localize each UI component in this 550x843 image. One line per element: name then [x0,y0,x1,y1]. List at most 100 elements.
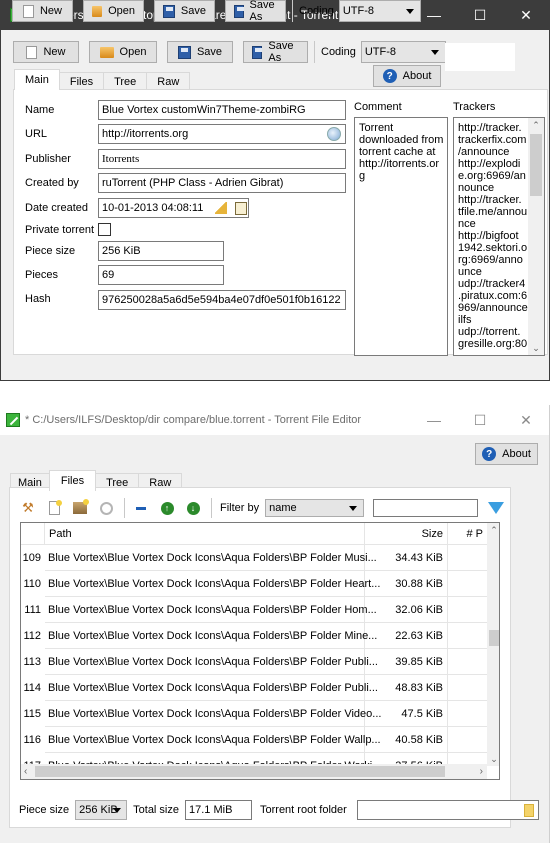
table-header: Path Size # P [21,523,499,545]
scroll-left-icon[interactable]: ‹ [24,764,27,779]
new-button[interactable]: New [13,41,79,63]
table-row[interactable]: 112 Blue Vortex\Blue Vortex Dock Icons\A… [21,623,487,649]
piece-size-input[interactable]: 256 KiB [98,241,224,261]
table-row[interactable]: 109 Blue Vortex\Blue Vortex Dock Icons\A… [21,545,487,571]
close-button[interactable]: ✕ [503,0,549,30]
arrow-up-icon: ↑ [160,501,174,515]
save-button[interactable]: Save [154,0,215,22]
scroll-thumb[interactable] [489,630,499,646]
private-torrent-checkbox[interactable] [98,223,111,236]
add-folder-button[interactable] [72,499,89,516]
scroll-up-icon[interactable]: ⌃ [487,523,499,537]
scroll-right-icon[interactable]: › [480,764,483,779]
app-icon [6,413,20,427]
table-row[interactable]: 110 Blue Vortex\Blue Vortex Dock Icons\A… [21,571,487,597]
title-bar: * C:/Users/ILFS/Desktop/dir compare/blue… [0,405,549,435]
table-row[interactable]: 113 Blue Vortex\Blue Vortex Dock Icons\A… [21,649,487,675]
piece-size-label: Piece size [19,804,70,816]
piece-size-select[interactable]: 256 KiB [75,800,128,820]
toolbar-separator [211,498,212,518]
filter-field-select[interactable]: name [265,499,365,517]
minimize-button[interactable]: — [411,405,457,435]
toolbar-2: New Open Save Save As Coding UTF-8 [12,0,421,23]
save-icon [163,4,175,18]
maximize-button[interactable]: ☐ [457,405,503,435]
table-horizontal-scrollbar[interactable]: ‹ › [21,764,487,779]
browse-folder-icon[interactable] [523,804,534,817]
save-as-icon [252,45,263,59]
toolbar-separator [314,41,315,63]
toolbar: New Open Save Save As Coding UTF-8 [13,40,446,64]
toolbar-separator [292,0,293,22]
new-button[interactable]: New [12,0,73,22]
open-button[interactable]: Open [83,0,144,22]
tab-tree[interactable]: Tree [103,72,148,90]
remove-button[interactable] [133,500,149,516]
pieces-label: Pieces [25,269,59,281]
scroll-down-icon[interactable]: ⌄ [528,341,544,355]
root-folder-input[interactable] [356,800,539,820]
scroll-thumb[interactable] [530,134,542,196]
globe-icon[interactable] [327,127,341,141]
url-input[interactable]: http://itorrents.org [98,124,346,144]
scroll-up-icon[interactable]: ⌃ [528,118,544,132]
new-file-icon [26,45,38,59]
column-header-path[interactable]: Path [45,523,365,545]
calendar-icon[interactable] [235,201,248,215]
created-by-input[interactable]: ruTorrent (PHP Class - Adrien Gibrat) [98,173,346,193]
table-row[interactable]: 116 Blue Vortex\Blue Vortex Dock Icons\A… [21,727,487,753]
hash-label: Hash [25,293,51,305]
coding-select[interactable]: UTF-8 [338,0,421,22]
files-toolbar: ⚒ ↑ ↓ Filter by name [20,498,505,518]
tab-main[interactable]: Main [14,69,60,90]
clear-date-icon[interactable] [215,202,228,214]
window-main-tab: * C:/Users/ILFS/Desktop/dir compare/blue… [0,0,550,381]
open-button[interactable]: Open [89,41,157,63]
table-row[interactable]: 111 Blue Vortex\Blue Vortex Dock Icons\A… [21,597,487,623]
save-button[interactable]: Save [167,41,233,63]
files-footer: Piece size 256 KiB Total size 17.1 MiB T… [19,800,545,820]
add-file-button[interactable] [46,500,62,516]
folder-icon [92,5,103,17]
name-label: Name [25,104,55,116]
save-as-button[interactable]: Save As [225,0,286,23]
trackers-label: Trackers [453,101,496,113]
filter-input[interactable] [373,499,479,517]
tab-raw[interactable]: Raw [146,72,191,90]
tab-files[interactable]: Files [48,470,97,491]
column-header-size[interactable]: Size [365,523,448,545]
hash-input[interactable]: 976250028a5a6d5e594ba4e07df0e501f0b16122 [98,290,346,310]
refresh-button[interactable] [98,500,114,516]
about-button[interactable]: ? About [475,443,538,465]
table-row[interactable]: 114 Blue Vortex\Blue Vortex Dock Icons\A… [21,675,487,701]
save-as-button[interactable]: Save As [243,40,308,64]
hammer-icon[interactable]: ⚒ [20,500,36,516]
publisher-input[interactable]: Itorrents [98,149,346,169]
files-table: Path Size # P 109 Blue Vortex\Blue Vorte… [20,522,500,780]
add-file-icon [48,500,62,515]
comment-textarea[interactable]: Torrent downloaded from torrent cache at… [354,117,448,356]
table-row[interactable]: 115 Blue Vortex\Blue Vortex Dock Icons\A… [21,701,487,727]
about-button[interactable]: ? About [373,65,441,87]
help-icon: ? [382,69,397,83]
table-vertical-scrollbar[interactable]: ⌃ ⌄ [487,523,499,766]
save-icon [177,45,191,59]
total-size-field: 17.1 MiB [185,800,252,820]
move-down-button[interactable]: ↓ [185,500,201,516]
scroll-down-icon[interactable]: ⌄ [487,752,499,766]
column-header-index [21,523,45,545]
column-header-pieces[interactable]: # P [448,523,487,545]
scroll-thumb[interactable] [35,766,445,777]
coding-select[interactable]: UTF-8 [360,41,446,63]
filter-icon[interactable] [488,502,505,514]
move-up-button[interactable]: ↑ [159,500,175,516]
date-created-input[interactable]: 10-01-2013 04:08:11 [98,198,249,218]
close-button[interactable]: ✕ [503,405,549,435]
pieces-input[interactable]: 69 [98,265,224,285]
maximize-button[interactable]: ☐ [457,0,503,30]
tab-files[interactable]: Files [58,72,105,90]
trackers-scrollbar[interactable]: ⌃ ⌄ [528,118,544,355]
arrow-down-icon: ↓ [186,501,200,515]
name-input[interactable]: Blue Vortex customWin7Theme-zombiRG [98,100,346,120]
url-label: URL [25,128,48,140]
